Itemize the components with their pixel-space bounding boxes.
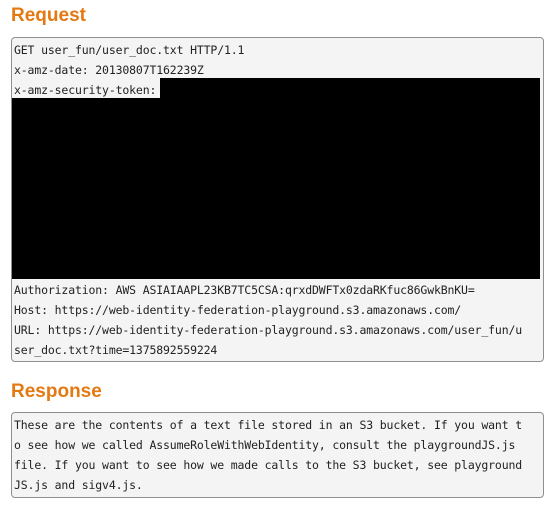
response-line: These are the contents of a text file st…: [14, 418, 523, 432]
response-heading: Response: [11, 381, 102, 402]
request-heading: Request: [11, 5, 86, 26]
request-line: ser_doc.txt?time=1375892559224: [14, 343, 218, 357]
request-line: URL: https://web-identity-federation-pla…: [14, 323, 523, 337]
request-line: x-amz-date: 20130807T162239Z: [14, 63, 204, 77]
redacted-token-block: [12, 98, 540, 279]
redacted-token-block: [160, 78, 540, 98]
request-line: GET user_fun/user_doc.txt HTTP/1.1: [14, 43, 245, 57]
response-box: These are the contents of a text file st…: [11, 412, 544, 498]
response-line: JS.js and sigv4.js.: [14, 478, 143, 492]
request-line: x-amz-security-token:: [14, 83, 157, 97]
response-line: o see how we called AssumeRoleWithWebIde…: [14, 438, 516, 452]
response-line: file. If you want to see how we made cal…: [14, 458, 523, 472]
request-box: GET user_fun/user_doc.txt HTTP/1.1 x-amz…: [11, 37, 544, 362]
request-line: Authorization: AWS ASIAIAAPL23KB7TC5CSA:…: [14, 283, 475, 297]
request-line: Host: https://web-identity-federation-pl…: [14, 303, 462, 317]
